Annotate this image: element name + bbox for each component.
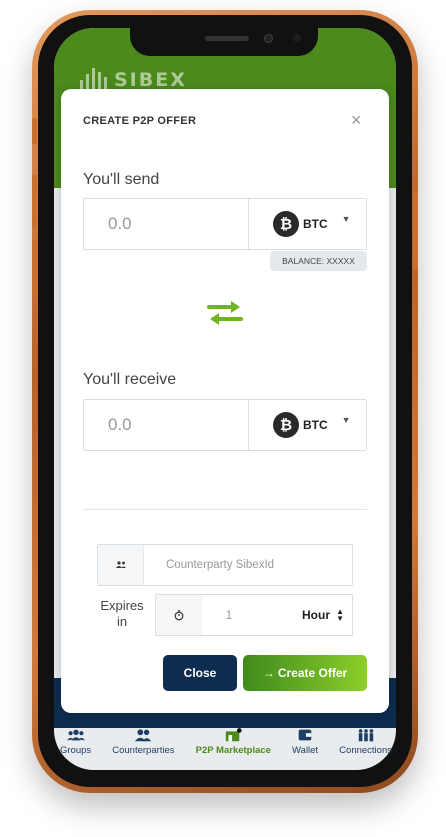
nav-label: Groups (60, 745, 92, 756)
arrow-right-icon: → (262, 666, 275, 680)
caret-down-icon: ▼ (341, 214, 351, 224)
notch (130, 28, 318, 56)
counterparty-placeholder: Counterparty SibexId (166, 559, 275, 571)
create-offer-button[interactable]: → Create Offer (243, 655, 367, 691)
marketplace-icon (226, 728, 242, 742)
nav-item-groups[interactable]: Groups (60, 728, 91, 768)
wallet-icon (298, 729, 312, 741)
nav-label: Wallet (292, 745, 319, 756)
timer-icon-cell (156, 595, 202, 635)
connections-icon (358, 729, 373, 742)
nav-label: Counterparties (112, 745, 175, 756)
sensor (293, 34, 301, 42)
balance-badge: BALANCE: XXXXX (270, 251, 367, 271)
create-offer-label: Create Offer (277, 666, 348, 680)
nav-item-wallet[interactable]: Wallet (292, 728, 318, 768)
nav-item-p2p-marketplace[interactable]: P2P Marketplace (196, 728, 271, 768)
swap-arrows-icon[interactable] (207, 299, 243, 327)
receive-amount-input[interactable]: 0.0 (84, 400, 249, 450)
expires-label: Expires in (100, 598, 144, 629)
sibex-logo: SIBEX (80, 68, 187, 90)
users-icon (115, 561, 126, 568)
groups-icon (66, 729, 85, 741)
counterparties-icon (135, 729, 152, 742)
receive-label: You'll receive (83, 371, 177, 388)
divider (83, 509, 367, 510)
expires-field: 1 Hour ▲ ▼ (155, 594, 353, 636)
create-offer-modal: CREATE P2P OFFER × You'll send 0.0 ₿ BTC… (61, 89, 389, 713)
close-button[interactable]: Close (163, 655, 237, 691)
caret-down-icon: ▼ (341, 415, 351, 425)
send-amount-group: 0.0 ₿ BTC ▼ (83, 198, 367, 250)
bottom-nav: Groups Counterparties P2P Marketplace Wa… (56, 728, 396, 768)
nav-item-connections[interactable]: Connections (339, 728, 392, 768)
volume-up-button (32, 175, 37, 227)
power-button (413, 190, 418, 270)
speaker (205, 36, 249, 41)
logo-text: SIBEX (114, 69, 187, 91)
expires-value-input[interactable]: 1 (202, 608, 256, 622)
close-icon[interactable]: × (351, 111, 362, 129)
volume-down-button (32, 240, 37, 292)
spinner-arrows-icon[interactable]: ▲ ▼ (336, 608, 344, 623)
send-amount-input[interactable]: 0.0 (84, 199, 249, 249)
receive-amount-group: 0.0 ₿ BTC ▼ (83, 399, 367, 451)
mute-switch (32, 118, 37, 144)
nav-label: Connections (339, 745, 392, 756)
receive-currency-select[interactable]: ₿ BTC ▼ (249, 400, 366, 450)
stopwatch-icon (174, 609, 184, 620)
nav-item-counterparties[interactable]: Counterparties (112, 728, 175, 768)
modal-title: CREATE P2P OFFER (83, 115, 197, 127)
receive-currency-label: BTC (303, 418, 328, 432)
counterparty-field[interactable]: Counterparty SibexId (97, 544, 353, 586)
bitcoin-icon: ₿ (273, 211, 299, 237)
send-currency-select[interactable]: ₿ BTC ▼ (249, 199, 366, 249)
send-label: You'll send (83, 171, 160, 188)
send-currency-label: BTC (303, 217, 328, 231)
bitcoin-icon: ₿ (273, 412, 299, 438)
users-icon-cell (98, 545, 144, 585)
nav-label: P2P Marketplace (195, 745, 271, 756)
front-camera (264, 34, 273, 43)
